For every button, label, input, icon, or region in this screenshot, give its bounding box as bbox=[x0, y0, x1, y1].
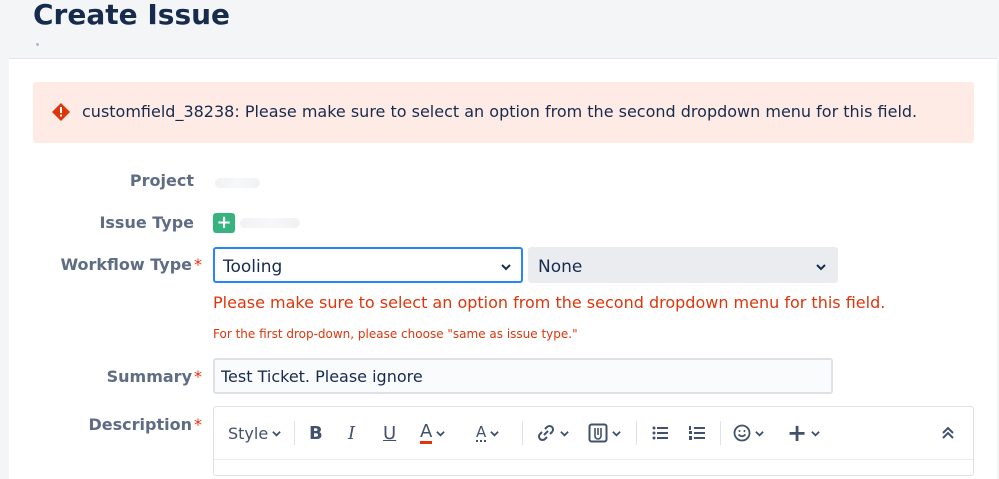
more-formatting-button[interactable]: A bbox=[476, 421, 500, 445]
workflow-type-second-value: None bbox=[538, 257, 583, 277]
error-icon bbox=[52, 103, 70, 121]
workflow-type-hint: For the first drop-down, please choose "… bbox=[213, 327, 578, 341]
project-label: Project bbox=[129, 171, 194, 190]
double-chevron-up-icon bbox=[942, 426, 954, 439]
chevron-down-icon bbox=[816, 264, 826, 271]
link-icon bbox=[537, 424, 555, 442]
project-value bbox=[215, 178, 260, 188]
editor-toolbar: Style B I U A A + bbox=[214, 407, 973, 460]
chevron-down-icon bbox=[811, 430, 820, 437]
link-button[interactable] bbox=[536, 421, 569, 445]
style-label: Style bbox=[228, 423, 269, 443]
italic-icon: I bbox=[348, 422, 356, 444]
underline-icon: U bbox=[383, 422, 397, 444]
summary-label: Summary * bbox=[106, 367, 202, 386]
chevron-down-icon bbox=[612, 430, 621, 437]
workflow-type-first-value: Tooling bbox=[223, 257, 283, 277]
chevron-down-icon bbox=[560, 430, 569, 437]
italic-button[interactable]: I bbox=[348, 421, 355, 445]
bold-button[interactable]: B bbox=[309, 421, 323, 445]
emoji-icon bbox=[733, 424, 751, 442]
error-banner: customfield_38238: Please make sure to s… bbox=[33, 82, 974, 143]
workflow-type-error: Please make sure to select an option fro… bbox=[213, 293, 886, 312]
text-color-icon: A bbox=[420, 420, 433, 444]
chevron-down-icon bbox=[755, 430, 764, 437]
description-label: Description * bbox=[88, 415, 202, 434]
attachment-button[interactable] bbox=[588, 421, 621, 445]
more-formatting-icon: A bbox=[476, 423, 487, 442]
toolbar-divider bbox=[294, 421, 295, 445]
workflow-type-label: Workflow Type * bbox=[60, 255, 202, 274]
issue-type-label: Issue Type bbox=[99, 213, 194, 232]
text-color-button[interactable]: A bbox=[420, 420, 446, 445]
chevron-down-icon bbox=[501, 264, 511, 271]
numbered-list-button[interactable] bbox=[688, 421, 706, 445]
toolbar-divider bbox=[522, 421, 523, 445]
attachment-icon bbox=[588, 423, 608, 443]
page-title: Create Issue bbox=[33, 0, 231, 31]
numbered-list-icon bbox=[689, 426, 705, 440]
workflow-type-second-select[interactable]: None bbox=[528, 247, 838, 283]
description-editor[interactable]: Style B I U A A + bbox=[213, 406, 974, 476]
chevron-down-icon bbox=[272, 430, 281, 437]
summary-input[interactable] bbox=[213, 358, 833, 394]
chevron-down-icon bbox=[490, 430, 500, 437]
style-dropdown[interactable]: Style bbox=[228, 421, 281, 445]
issue-type-value bbox=[240, 218, 300, 228]
bullet-list-button[interactable] bbox=[651, 421, 669, 445]
underline-button[interactable]: U bbox=[383, 421, 396, 445]
toolbar-divider bbox=[636, 421, 637, 445]
workflow-type-first-select[interactable]: Tooling bbox=[213, 247, 523, 283]
bold-icon: B bbox=[309, 422, 323, 444]
breadcrumb-dot bbox=[36, 43, 39, 46]
collapse-toolbar-button[interactable] bbox=[941, 421, 955, 445]
toolbar-divider bbox=[720, 421, 721, 445]
bullet-list-icon bbox=[652, 426, 668, 440]
issue-type-icon: + bbox=[213, 213, 235, 233]
insert-button[interactable]: + bbox=[787, 419, 820, 447]
chevron-down-icon bbox=[436, 430, 446, 437]
emoji-button[interactable] bbox=[733, 421, 764, 445]
plus-icon: + bbox=[787, 419, 808, 447]
error-banner-text: customfield_38238: Please make sure to s… bbox=[82, 102, 918, 121]
